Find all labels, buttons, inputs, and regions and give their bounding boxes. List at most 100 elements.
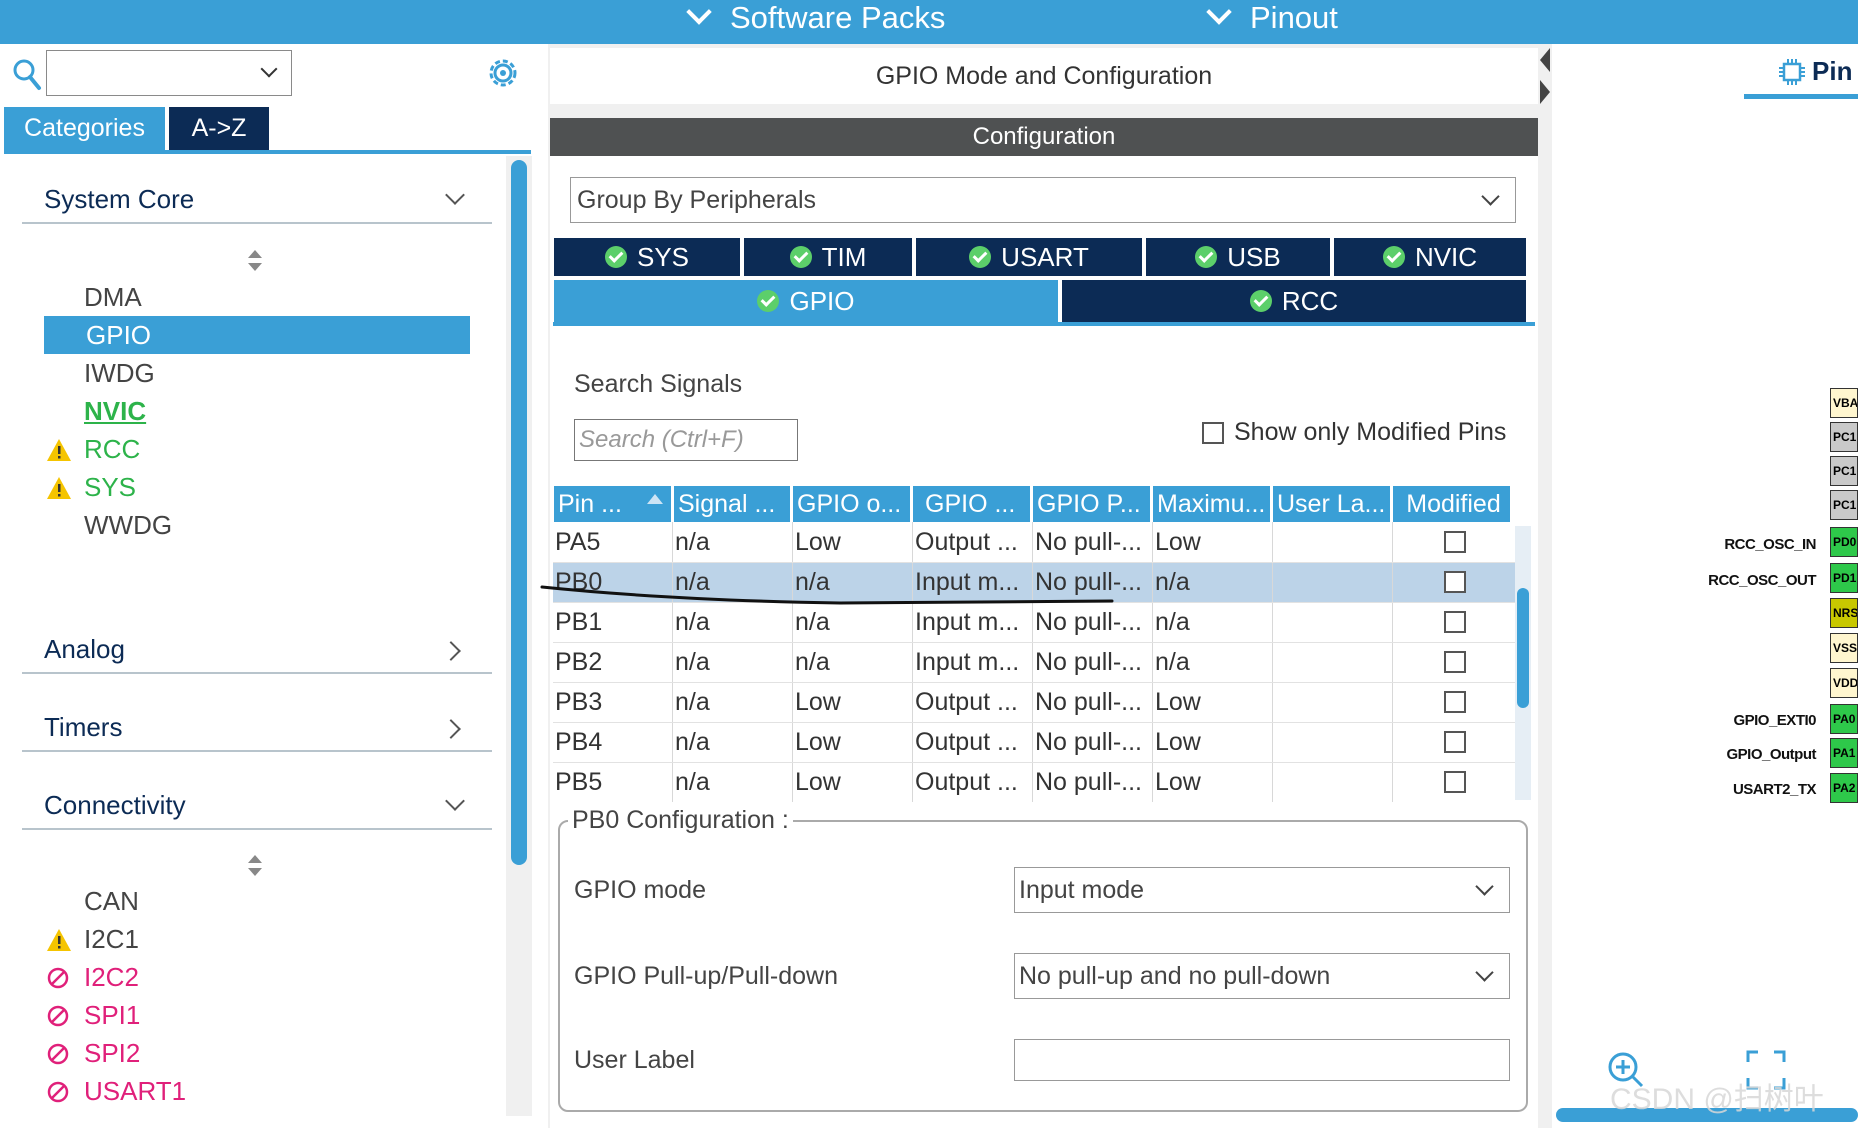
pin-pd1[interactable]: PD1	[1830, 563, 1858, 593]
pin-pa1[interactable]: PA1	[1830, 738, 1858, 768]
pin-pa0[interactable]: PA0	[1830, 704, 1858, 734]
sidebar-item-iwdg[interactable]: IWDG	[44, 354, 470, 392]
table-row[interactable]: PA5 n/a Low Output ... No pull-... Low	[553, 522, 1515, 562]
tab-usart[interactable]: USART	[916, 238, 1142, 276]
sidebar-item-wwdg[interactable]: WWDG	[44, 506, 470, 544]
tab-gpio[interactable]: GPIO	[554, 280, 1058, 322]
column-gpio-output[interactable]: GPIO o...	[793, 486, 910, 522]
column-max-speed[interactable]: Maximu...	[1153, 486, 1270, 522]
tab-tim[interactable]: TIM	[744, 238, 912, 276]
show-modified-checkbox[interactable]	[1202, 421, 1224, 444]
category-timers[interactable]: Timers	[22, 704, 492, 752]
modified-checkbox[interactable]	[1444, 651, 1466, 673]
pin-pd0[interactable]: PD0	[1830, 527, 1858, 557]
tab-a-to-z[interactable]: A->Z	[169, 107, 269, 150]
tab-rcc[interactable]: RCC	[1062, 280, 1526, 322]
cell-pin: PB2	[553, 642, 673, 682]
pin-pc13[interactable]: PC1	[1830, 422, 1858, 452]
sidebar-item-spi1[interactable]: SPI1	[44, 996, 470, 1034]
sidebar-item-dma[interactable]: DMA	[44, 278, 470, 316]
sidebar-item-nvic[interactable]: NVIC	[44, 392, 470, 430]
table-row[interactable]: PB2 n/a n/a Input m... No pull-... n/a	[553, 642, 1515, 682]
tab-sys[interactable]: SYS	[554, 238, 740, 276]
chevron-right-icon	[441, 719, 461, 739]
cell-pin: PB3	[553, 682, 673, 722]
cell-gpio-pull: No pull-...	[1033, 722, 1153, 762]
column-signal[interactable]: Signal ...	[674, 486, 790, 522]
pinout-menu[interactable]: Pinout	[1206, 0, 1338, 36]
chevron-down-icon	[445, 791, 465, 811]
cell-user-label	[1273, 762, 1393, 802]
cell-user-label	[1273, 602, 1393, 642]
pin-pc14[interactable]: PC1	[1830, 456, 1858, 486]
sidebar-item-can[interactable]: CAN	[44, 882, 470, 920]
table-row[interactable]: PB4 n/a Low Output ... No pull-... Low	[553, 722, 1515, 762]
table-row[interactable]: PB3 n/a Low Output ... No pull-... Low	[553, 682, 1515, 722]
sort-icon[interactable]	[248, 855, 262, 877]
item-label: WWDG	[84, 509, 173, 540]
pinout-label: Pinout	[1250, 0, 1338, 35]
sidebar-item-usart1[interactable]: USART1	[44, 1072, 470, 1110]
pin-nrst[interactable]: NRS	[1830, 598, 1858, 628]
modified-checkbox[interactable]	[1444, 531, 1466, 553]
modified-checkbox[interactable]	[1444, 731, 1466, 753]
category-system-core[interactable]: System Core	[22, 176, 492, 224]
disabled-icon	[47, 1005, 69, 1027]
pin-vbat[interactable]: VBA	[1830, 388, 1858, 418]
tab-categories[interactable]: Categories	[4, 107, 165, 150]
column-label: GPIO o...	[797, 489, 902, 518]
tab-nvic[interactable]: NVIC	[1334, 238, 1526, 276]
column-gpio-mode[interactable]: GPIO ...	[913, 486, 1030, 522]
modified-checkbox[interactable]	[1444, 611, 1466, 633]
sidebar-item-i2c1[interactable]: I2C1	[44, 920, 470, 958]
column-label: Maximu...	[1157, 489, 1266, 518]
column-gpio-pull[interactable]: GPIO P...	[1033, 486, 1150, 522]
table-row[interactable]: PB5 n/a Low Output ... No pull-... Low	[553, 762, 1515, 802]
panel-splitter[interactable]	[1538, 44, 1552, 1128]
user-label-input[interactable]	[1014, 1039, 1510, 1081]
collapse-left-icon[interactable]	[1540, 48, 1550, 72]
pin-pc15[interactable]: PC1	[1830, 490, 1858, 520]
sidebar-item-spi2[interactable]: SPI2	[44, 1034, 470, 1072]
sidebar-item-i2c2[interactable]: I2C2	[44, 958, 470, 996]
column-modified[interactable]: Modified	[1393, 486, 1510, 522]
tab-label: USB	[1227, 241, 1281, 272]
left-scrollbar[interactable]	[511, 160, 527, 865]
software-packs-menu[interactable]: Software Packs	[686, 0, 945, 36]
pin-vdda[interactable]: VDD	[1830, 668, 1858, 698]
gpio-mode-select[interactable]: Input mode	[1014, 867, 1510, 913]
pin-label-gpio-exti0: GPIO_EXTI0	[1733, 712, 1816, 729]
tab-pinout-view[interactable]: Pin	[1778, 56, 1852, 87]
category-analog[interactable]: Analog	[22, 626, 492, 674]
item-label: GPIO	[86, 319, 152, 350]
item-label: SYS	[84, 471, 137, 502]
column-pin[interactable]: Pin ...	[554, 486, 671, 522]
item-label: SPI2	[84, 1037, 141, 1068]
sidebar-item-gpio[interactable]: GPIO	[44, 316, 470, 354]
tab-usb[interactable]: USB	[1146, 238, 1330, 276]
pin-vssa[interactable]: VSS	[1830, 633, 1858, 663]
modified-checkbox[interactable]	[1444, 691, 1466, 713]
search-signals-input[interactable]: Search (Ctrl+F)	[574, 419, 798, 461]
modified-checkbox[interactable]	[1444, 571, 1466, 593]
group-by-select[interactable]: Group By Peripherals	[570, 177, 1516, 223]
collapse-right-icon[interactable]	[1540, 80, 1550, 104]
item-label: RCC	[84, 433, 141, 464]
sidebar-item-sys[interactable]: SYS	[44, 468, 470, 506]
gear-icon[interactable]	[484, 54, 522, 92]
check-icon	[1249, 290, 1272, 312]
search-combo[interactable]	[46, 50, 292, 96]
show-modified-toggle[interactable]: Show only Modified Pins	[1202, 418, 1506, 447]
row-divider	[553, 762, 1515, 763]
sort-icon[interactable]	[248, 250, 262, 272]
tabs-underline	[4, 150, 531, 154]
search-icon[interactable]	[12, 58, 42, 92]
gpio-pull-select[interactable]: No pull-up and no pull-down	[1014, 953, 1510, 999]
category-connectivity[interactable]: Connectivity	[22, 782, 492, 830]
cell-gpio-pull: No pull-...	[1033, 642, 1153, 682]
column-user-label[interactable]: User La...	[1273, 486, 1390, 522]
modified-checkbox[interactable]	[1444, 771, 1466, 793]
sidebar-item-rcc[interactable]: RCC	[44, 430, 470, 468]
pin-pa2[interactable]: PA2	[1830, 773, 1858, 803]
table-scrollbar[interactable]	[1517, 588, 1529, 708]
